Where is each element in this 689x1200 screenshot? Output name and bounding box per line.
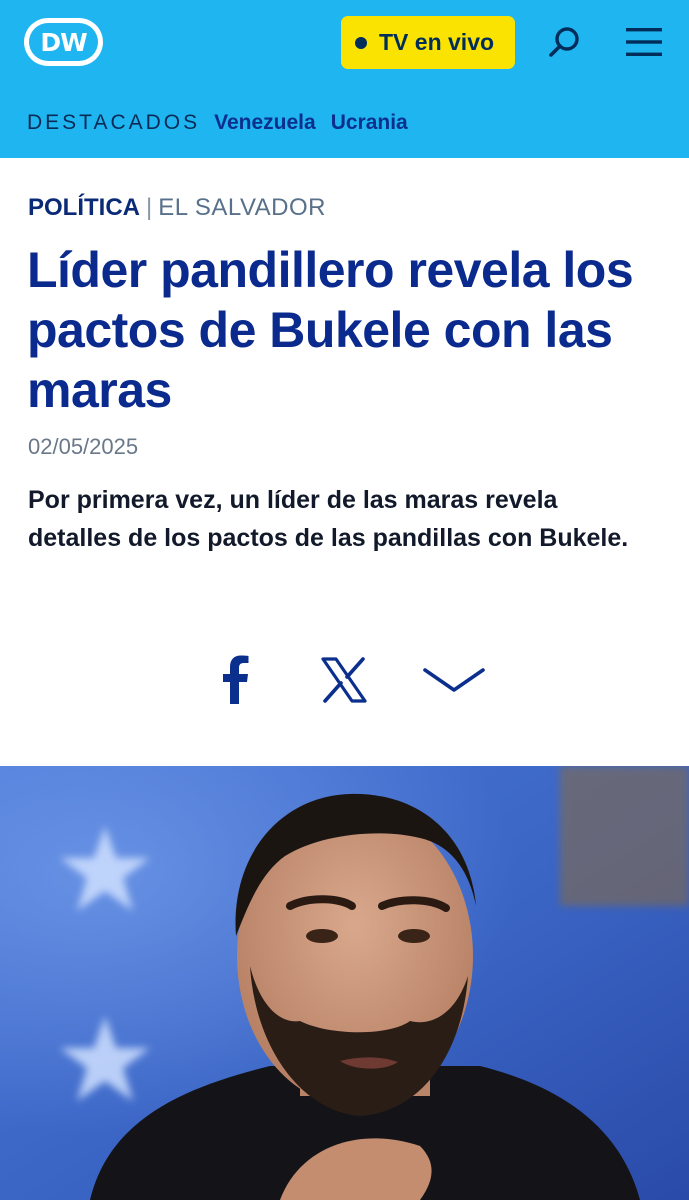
highlights-nav: DESTACADOS Venezuela Ucrania — [27, 108, 423, 138]
facebook-icon[interactable] — [202, 648, 266, 712]
search-icon[interactable] — [545, 22, 585, 62]
tv-live-label: TV en vivo — [379, 29, 495, 55]
live-dot-icon — [355, 36, 367, 49]
nav-link-venezuela[interactable]: Venezuela — [214, 111, 316, 135]
category-label[interactable]: POLÍTICA — [28, 194, 140, 221]
dw-logo[interactable]: DW — [24, 18, 103, 66]
nav-link-ucrania[interactable]: Ucrania — [331, 111, 408, 135]
article-date: 02/05/2025 — [28, 434, 139, 459]
x-icon[interactable] — [312, 648, 376, 712]
subcategory-label[interactable]: EL SALVADOR — [158, 194, 326, 221]
chevron-down-icon[interactable] — [422, 648, 486, 712]
article-hero-image — [0, 766, 689, 1200]
share-bar — [0, 648, 689, 712]
article-headline: Líder pandillero revela los pactos de Bu… — [27, 242, 634, 418]
category-separator: | — [146, 194, 153, 221]
site-header: DW TV en vivo DESTACADOS Venezuela Ucran… — [0, 0, 689, 158]
article-lead: Por primera vez, un líder de las maras r… — [28, 486, 629, 552]
tv-live-button[interactable]: TV en vivo — [341, 16, 515, 69]
article-category: POLÍTICA | EL SALVADOR — [28, 194, 326, 222]
logo-text: DW — [40, 27, 87, 57]
nav-title: DESTACADOS — [27, 111, 201, 134]
menu-icon[interactable] — [624, 22, 664, 62]
